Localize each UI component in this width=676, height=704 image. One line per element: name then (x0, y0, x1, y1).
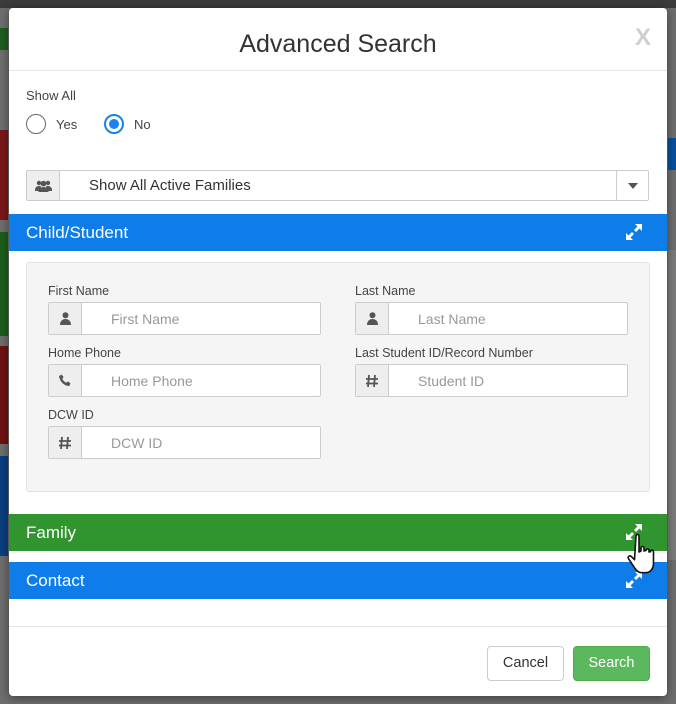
show-all-no-radio[interactable]: No (104, 114, 151, 134)
user-icon (49, 303, 82, 334)
last-name-label: Last Name (355, 284, 416, 298)
child-student-panel: First Name Last Name Home Phone Last Stu… (26, 262, 650, 492)
last-name-field[interactable] (355, 302, 628, 335)
home-phone-label: Home Phone (48, 346, 121, 360)
modal-title: Advanced Search (239, 30, 437, 58)
background-blue-block (668, 138, 676, 170)
student-id-label: Last Student ID/Record Number (355, 346, 533, 360)
expand-icon[interactable] (625, 223, 643, 241)
background-red-block-2 (0, 346, 8, 444)
show-all-yes-radio[interactable]: Yes (26, 114, 77, 134)
dcw-id-label: DCW ID (48, 408, 94, 422)
radio-circle[interactable] (26, 114, 46, 134)
family-filter-value[interactable]: Show All Active Families (60, 171, 616, 200)
student-id-field[interactable] (355, 364, 628, 397)
family-filter-select[interactable]: Show All Active Families (26, 170, 649, 201)
student-id-input[interactable] (389, 365, 627, 396)
user-icon (356, 303, 389, 334)
radio-circle-checked[interactable] (104, 114, 124, 134)
hand-pointer-icon (627, 533, 655, 574)
modal-header: Advanced Search X (9, 8, 667, 71)
first-name-input[interactable] (82, 303, 320, 334)
section-title: Contact (26, 571, 85, 590)
close-button[interactable]: X (635, 24, 651, 52)
background-green-tab (0, 28, 8, 50)
background-gray-block (668, 250, 676, 560)
section-title: Family (26, 523, 77, 542)
users-icon (27, 171, 60, 200)
cancel-button[interactable]: Cancel (487, 646, 564, 681)
caret-down-icon[interactable] (616, 171, 648, 200)
phone-icon (49, 365, 82, 396)
section-contact[interactable]: Contact (9, 562, 667, 599)
radio-label-yes: Yes (56, 116, 78, 132)
hash-icon (49, 427, 82, 458)
first-name-field[interactable] (48, 302, 321, 335)
background-top-bar (0, 0, 676, 8)
last-name-input[interactable] (389, 303, 627, 334)
radio-label-no: No (134, 116, 151, 132)
advanced-search-modal: Advanced Search X Show All Yes No Show A… (9, 8, 667, 696)
first-name-label: First Name (48, 284, 110, 298)
section-family[interactable]: Family (9, 514, 667, 551)
dcw-id-input[interactable] (82, 427, 320, 458)
search-button[interactable]: Search (573, 646, 650, 681)
hash-icon (356, 365, 389, 396)
show-all-label: Show All (26, 88, 76, 103)
home-phone-field[interactable] (48, 364, 321, 397)
section-child-student[interactable]: Child/Student (9, 214, 667, 251)
section-title: Child/Student (26, 223, 129, 242)
modal-footer: Cancel Search (9, 626, 667, 696)
home-phone-input[interactable] (82, 365, 320, 396)
background-green-block (0, 232, 8, 336)
background-blue-block-2 (0, 456, 8, 556)
background-red-block (0, 130, 8, 220)
dcw-id-field[interactable] (48, 426, 321, 459)
